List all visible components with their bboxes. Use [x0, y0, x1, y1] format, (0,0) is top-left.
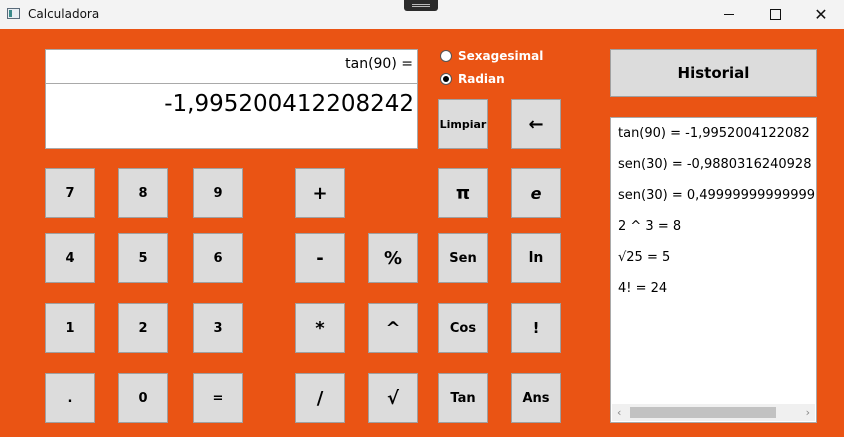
- result-display: -1,995200412208242: [45, 84, 418, 149]
- close-button[interactable]: ✕: [798, 0, 844, 29]
- pi-button[interactable]: π: [438, 168, 488, 218]
- digit-5-button[interactable]: 5: [118, 233, 168, 283]
- multiply-button[interactable]: *: [295, 303, 345, 353]
- factorial-button[interactable]: !: [511, 303, 561, 353]
- digit-2-button[interactable]: 2: [118, 303, 168, 353]
- percent-button[interactable]: %: [368, 233, 418, 283]
- radio-sexagesimal-label: Sexagesimal: [458, 49, 544, 63]
- scroll-left-icon[interactable]: ‹: [617, 406, 621, 419]
- history-item[interactable]: 2 ^ 3 = 8: [618, 219, 681, 234]
- sqrt-button[interactable]: √: [368, 373, 418, 423]
- close-icon: ✕: [814, 5, 828, 24]
- equals-button[interactable]: =: [193, 373, 243, 423]
- expression-display: tan(90) =: [45, 49, 418, 84]
- scroll-thumb[interactable]: [630, 407, 776, 418]
- radio-sexagesimal[interactable]: Sexagesimal: [440, 49, 543, 63]
- radio-radian[interactable]: Radian: [440, 72, 505, 86]
- digit-9-button[interactable]: 9: [193, 168, 243, 218]
- maximize-icon: [769, 9, 781, 20]
- history-item[interactable]: sen(30) = 0,49999999999999: [618, 188, 815, 203]
- radio-radian-label: Radian: [458, 72, 505, 86]
- history-item[interactable]: tan(90) = -1,9952004122082: [618, 126, 810, 141]
- title-bar: Calculadora ✕: [0, 0, 844, 29]
- history-item[interactable]: 4! = 24: [618, 281, 667, 296]
- maximize-button[interactable]: [752, 0, 798, 29]
- minus-button[interactable]: -: [295, 233, 345, 283]
- clear-button[interactable]: Limpiar: [438, 99, 488, 149]
- history-list[interactable]: tan(90) = -1,9952004122082 sen(30) = -0,…: [610, 117, 817, 423]
- history-item[interactable]: sen(30) = -0,9880316240928: [618, 157, 811, 172]
- window-title: Calculadora: [28, 7, 100, 21]
- radio-radian-dot[interactable]: [440, 73, 452, 85]
- minimize-icon: [724, 14, 734, 15]
- digit-0-button[interactable]: 0: [118, 373, 168, 423]
- cos-button[interactable]: Cos: [438, 303, 488, 353]
- horizontal-scrollbar[interactable]: ‹ ›: [612, 404, 815, 421]
- euler-button[interactable]: e: [511, 168, 561, 218]
- divide-button[interactable]: /: [295, 373, 345, 423]
- backspace-button[interactable]: ←: [511, 99, 561, 149]
- digit-6-button[interactable]: 6: [193, 233, 243, 283]
- ln-button[interactable]: ln: [511, 233, 561, 283]
- history-item[interactable]: √25 = 5: [618, 250, 670, 265]
- radio-sexagesimal-dot[interactable]: [440, 50, 452, 62]
- digit-8-button[interactable]: 8: [118, 168, 168, 218]
- power-button[interactable]: ^: [368, 303, 418, 353]
- digit-1-button[interactable]: 1: [45, 303, 95, 353]
- tan-button[interactable]: Tan: [438, 373, 488, 423]
- digit-7-button[interactable]: 7: [45, 168, 95, 218]
- snap-grip-handle[interactable]: [404, 0, 438, 11]
- plus-button[interactable]: +: [295, 168, 345, 218]
- ans-button[interactable]: Ans: [511, 373, 561, 423]
- sen-button[interactable]: Sen: [438, 233, 488, 283]
- decimal-point-button[interactable]: .: [45, 373, 95, 423]
- history-button[interactable]: Historial: [610, 49, 817, 97]
- digit-4-button[interactable]: 4: [45, 233, 95, 283]
- calculator-app-icon: [7, 8, 20, 19]
- scroll-right-icon[interactable]: ›: [806, 406, 810, 419]
- minimize-button[interactable]: [706, 0, 752, 29]
- digit-3-button[interactable]: 3: [193, 303, 243, 353]
